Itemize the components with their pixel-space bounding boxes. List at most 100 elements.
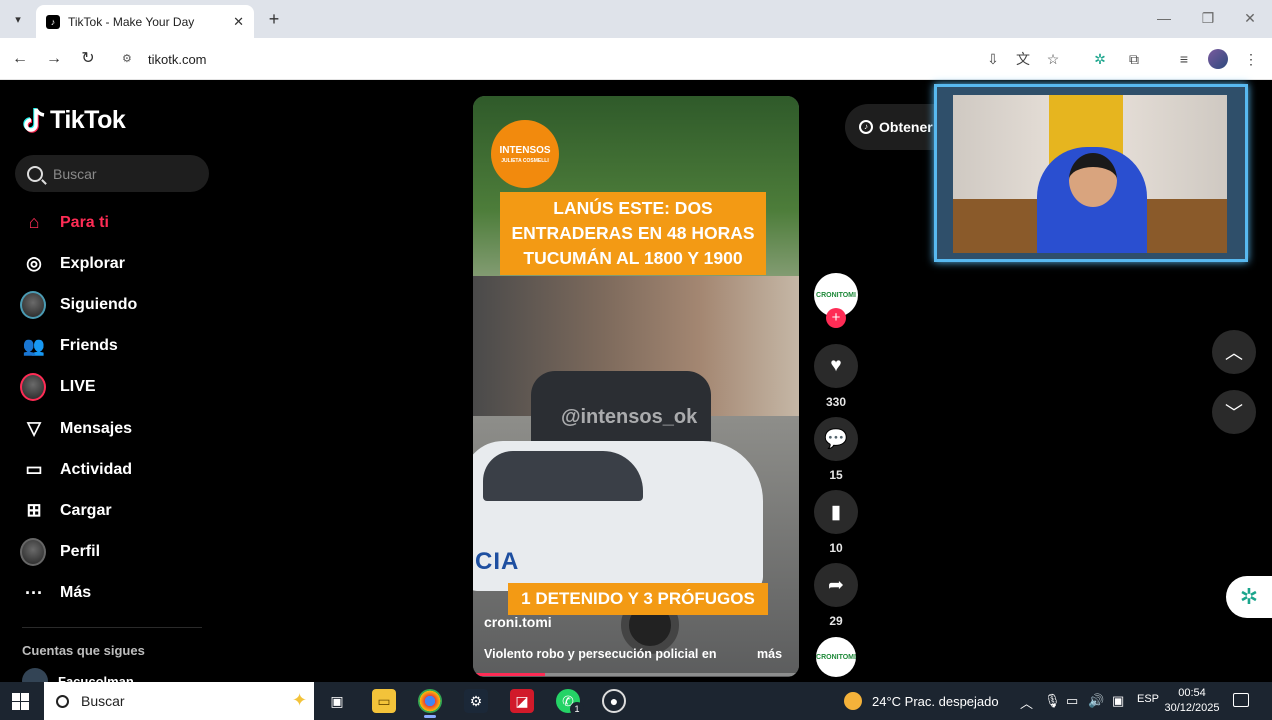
address-bar[interactable]: ⚙ tikotk.com [112, 44, 1076, 74]
windows-taskbar: Buscar ✦ ▣ ▭ ⚙ ◪ ✆ 1 ● 24°C Prac. despej… [0, 682, 1272, 720]
copilot-sparkle-icon: ✦ [292, 690, 308, 710]
tray-chevron-up-icon[interactable]: ︿ [1020, 693, 1033, 712]
steam-icon[interactable]: ⚙ [464, 689, 488, 713]
sidebar-item-label: Actividad [60, 460, 133, 478]
share-count: 29 [829, 614, 843, 628]
chevron-down-icon: ﹀ [1225, 403, 1243, 423]
network-icon[interactable]: ▭ [1066, 693, 1078, 709]
tab-tiktok[interactable]: ♪ TikTok - Make Your Day ✕ [36, 5, 254, 38]
reload-button[interactable]: ↻ [78, 49, 98, 69]
intensos-logo-subtext: JULIETA COSMELLI [501, 157, 549, 164]
logo-text: TikTok [50, 106, 126, 134]
save-button[interactable]: ▮ [814, 490, 858, 534]
like-button[interactable]: ♥ [814, 344, 858, 388]
sidebar-item-mensajes[interactable]: ▽ Mensajes [0, 408, 220, 449]
music-disc[interactable]: CRONITOMI [816, 637, 856, 677]
chevron-up-icon: ︿ [1225, 343, 1243, 363]
video-player[interactable]: CIA INTENSOS JULIETA COSMELLI LANÚS ESTE… [473, 96, 799, 677]
notification-icon[interactable] [1233, 693, 1249, 707]
display-icon[interactable]: ▣ [1112, 693, 1124, 709]
microphone-icon[interactable]: 🎙 [1044, 693, 1061, 709]
tiktok-logo[interactable]: TikTok [22, 106, 126, 135]
menu-kebab-icon[interactable]: ⋮ [1241, 49, 1261, 69]
translate-icon[interactable]: 文 [1013, 49, 1033, 69]
search-placeholder: Buscar [53, 165, 97, 182]
follow-plus-icon[interactable]: + [826, 308, 846, 328]
site-info-icon[interactable]: ⚙ [122, 52, 136, 66]
sidebar-item-live[interactable]: LIVE [0, 367, 220, 408]
search-icon [27, 165, 43, 182]
tab-search-chevron-icon[interactable]: ▾ [8, 9, 28, 29]
tiktok-favicon-icon: ♪ [46, 14, 60, 29]
home-icon: ⌂ [28, 212, 40, 233]
sidebar-item-actividad[interactable]: ▭ Actividad [0, 449, 220, 490]
next-video-button[interactable]: ﹀ [1212, 390, 1256, 434]
sidebar-item-explorar[interactable]: ◎ Explorar [0, 243, 220, 284]
taskbar-search-placeholder: Buscar [81, 693, 125, 709]
video-author[interactable]: croni.tomi [484, 614, 552, 630]
language-indicator[interactable]: ESP [1137, 693, 1159, 705]
file-explorer-icon[interactable]: ▭ [372, 689, 396, 713]
task-view-icon[interactable]: ▣ [325, 689, 349, 713]
video-progress-bar[interactable] [473, 673, 799, 676]
taskbar-clock[interactable]: 00:54 30/12/2025 [1160, 686, 1224, 716]
clock-time: 00:54 [1178, 687, 1206, 699]
media-controls-icon[interactable]: ≡ [1174, 49, 1194, 69]
search-input[interactable]: Buscar [15, 155, 209, 192]
chrome-icon[interactable] [418, 689, 442, 718]
sidebar-item-label: Friends [60, 337, 118, 355]
sidebar-item-mas[interactable]: ··· Más [0, 573, 220, 614]
live-avatar-icon [20, 373, 46, 402]
chatgpt-assistant-button[interactable]: ✲ [1226, 576, 1272, 618]
restore-button[interactable]: ❐ [1198, 10, 1218, 27]
sidebar-item-label: Mensajes [60, 419, 133, 437]
video-more-link[interactable]: más [757, 647, 782, 661]
sidebar-item-label: Siguiendo [60, 295, 138, 313]
weather-widget[interactable]: 24°C Prac. despejado [844, 682, 999, 720]
comment-button[interactable]: 💬 [814, 417, 858, 461]
share-button[interactable]: ➦ [814, 563, 858, 607]
install-app-icon[interactable]: ⇩ [983, 49, 1003, 69]
like-count: 330 [825, 395, 847, 409]
bookmark-star-icon[interactable]: ☆ [1043, 49, 1063, 69]
recorder-icon[interactable]: ● [602, 689, 626, 713]
following-avatar-icon [20, 290, 46, 319]
video-watermark: @intensos_ok [561, 406, 698, 428]
taskbar-search-input[interactable]: Buscar ✦ [44, 682, 314, 720]
minimize-button[interactable]: — [1154, 10, 1174, 26]
profile-avatar[interactable] [1208, 49, 1228, 69]
chatgpt-extension-icon[interactable]: ✲ [1090, 49, 1110, 69]
amd-icon[interactable]: ◪ [510, 689, 534, 713]
browser-tab-bar: ▾ ♪ TikTok - Make Your Day ✕ + — ❐ ✕ [0, 0, 1272, 38]
video-lower-banner: 1 DETENIDO Y 3 PRÓFUGOS [508, 583, 768, 615]
back-button[interactable]: ← [10, 49, 30, 69]
bookmark-icon: ▮ [830, 501, 842, 523]
volume-icon[interactable]: 🔊 [1088, 693, 1104, 709]
tab-title: TikTok - Make Your Day [68, 14, 195, 29]
sidebar-item-cargar[interactable]: ⊞ Cargar [0, 490, 220, 531]
window-close-button[interactable]: ✕ [1240, 10, 1260, 27]
sidebar-item-label: Perfil [60, 543, 101, 561]
windows-start-icon[interactable] [12, 693, 29, 710]
extensions-puzzle-icon[interactable]: ⧉ [1124, 49, 1144, 69]
forward-button[interactable]: → [44, 49, 64, 69]
browser-toolbar: ← → ↻ ⚙ tikotk.com ⇩ 文 ☆ ✲ ⧉ ≡ ⋮ [0, 38, 1272, 80]
send-icon: ▽ [27, 418, 41, 439]
previous-video-button[interactable]: ︿ [1212, 330, 1256, 374]
heart-icon: ♥ [830, 355, 842, 376]
get-app-button[interactable]: ♪ Obtener [845, 104, 945, 150]
sidebar-item-para-ti[interactable]: ⌂ Para ti [0, 202, 220, 243]
sidebar-item-friends[interactable]: 👥 Friends [0, 326, 220, 367]
video-headline: LANÚS ESTE: DOS ENTRADERAS EN 48 HORAS T… [500, 192, 766, 275]
search-icon [56, 694, 69, 708]
weather-text: 24°C Prac. despejado [872, 693, 999, 709]
sidebar-item-perfil[interactable]: Perfil [0, 532, 220, 573]
sidebar-item-label: Cargar [60, 501, 112, 519]
video-description: Violento robo y persecución policial en [484, 647, 717, 661]
sidebar-item-siguiendo[interactable]: Siguiendo [0, 284, 220, 325]
intensos-logo: INTENSOS JULIETA COSMELLI [491, 120, 559, 188]
save-count: 10 [829, 541, 843, 555]
new-tab-button[interactable]: + [264, 9, 284, 29]
intensos-logo-text: INTENSOS [499, 144, 551, 156]
tab-close-icon[interactable]: ✕ [233, 14, 244, 30]
